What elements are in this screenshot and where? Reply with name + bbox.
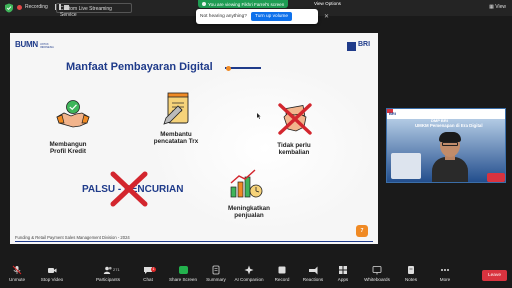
tile-kiosk-graphic bbox=[391, 153, 421, 179]
meeting-window: Recording Custom Live Streaming Service … bbox=[0, 0, 512, 288]
growth-chart-icon bbox=[230, 169, 263, 198]
whiteboard-icon bbox=[372, 266, 382, 275]
page-number-badge: 7 bbox=[356, 225, 368, 237]
live-stream-label: Custom Live Streaming Service bbox=[60, 5, 112, 18]
participants-label: Participants bbox=[95, 277, 120, 282]
share-indicator-icon bbox=[202, 2, 206, 6]
bumn-logo: BUMN bbox=[15, 40, 38, 49]
footer-divider bbox=[15, 241, 373, 242]
tile-red-graphic bbox=[487, 173, 505, 182]
recording-dot-icon bbox=[17, 4, 22, 10]
participants-button[interactable]: Participants bbox=[88, 265, 128, 282]
more-button[interactable]: More bbox=[425, 265, 465, 282]
view-button[interactable]: ▦ View bbox=[489, 4, 506, 10]
more-label: More bbox=[439, 277, 451, 282]
shield-icon[interactable] bbox=[4, 3, 14, 13]
shared-screen-slide: BUMN UNTUK INDONESIA BRI Manfaat Pembaya… bbox=[10, 33, 378, 244]
stop-video-button[interactable]: Stop Video bbox=[32, 265, 72, 282]
notes-label: Notes bbox=[404, 277, 417, 282]
video-icon bbox=[48, 268, 57, 273]
record-label: Record bbox=[274, 277, 290, 282]
label-line: Profil Kredit bbox=[49, 148, 87, 155]
mic-muted-icon bbox=[12, 265, 22, 275]
label-line: Tidak perlu bbox=[277, 142, 311, 149]
cash-hand-crossed-icon bbox=[278, 103, 312, 135]
label-line: Membantu bbox=[160, 131, 192, 138]
item-label-kembalian: Tidak perlu kembalian bbox=[266, 142, 322, 156]
turn-up-volume-button[interactable]: Turn up volume bbox=[250, 12, 293, 21]
participant-glasses bbox=[442, 142, 458, 146]
slide-title: Manfaat Pembayaran Digital bbox=[66, 61, 213, 73]
ai-companion-icon bbox=[244, 265, 254, 275]
apps-icon bbox=[339, 266, 347, 274]
label-line: pencatatan Trx bbox=[153, 138, 199, 145]
screen-share-text: You are viewing Fikhri Farrel's screen bbox=[208, 1, 285, 7]
handshake-icon bbox=[56, 100, 90, 128]
label-line: penjualan bbox=[234, 212, 264, 219]
bumn-logo-subtitle: UNTUK INDONESIA bbox=[40, 43, 54, 49]
label-line: Membangun bbox=[49, 141, 87, 148]
apps-label: Apps bbox=[337, 277, 349, 282]
screen-share-banner: You are viewing Fikhri Farrel's screen bbox=[198, 0, 289, 8]
title-accent-dot bbox=[226, 65, 231, 71]
chat-label: Chat bbox=[143, 277, 153, 282]
share-screen-icon bbox=[178, 265, 188, 275]
reactions-label: Reactions bbox=[302, 277, 324, 282]
close-icon[interactable]: ✕ bbox=[324, 13, 329, 20]
audio-toast: Not hearing anything? Turn up volume bbox=[196, 9, 318, 24]
item-label-penjualan: Meningkatkan penjualan bbox=[216, 205, 282, 219]
participants-icon bbox=[103, 266, 112, 274]
summary-label: Summary bbox=[206, 277, 226, 282]
recording-label: Recording bbox=[25, 4, 48, 10]
item-label-profil-kredit: Membangun Profil Kredit bbox=[38, 141, 98, 155]
reactions-icon bbox=[309, 266, 318, 275]
mouse-cursor-icon bbox=[257, 113, 261, 119]
label-line: kembalian bbox=[278, 149, 310, 156]
notes-icon bbox=[408, 266, 414, 274]
tile-bank-label: BRI bbox=[389, 111, 396, 116]
label-line: Meningkatkan bbox=[228, 205, 270, 212]
ai-companion-label: AI Companion bbox=[234, 277, 264, 282]
record-icon bbox=[278, 266, 286, 274]
unmute-label: Unmute bbox=[8, 277, 26, 282]
participant-video-tile[interactable]: BRI DMP BRI UMKM Pemenapan di Era Digita… bbox=[386, 108, 506, 183]
stop-video-label: Stop Video bbox=[40, 277, 64, 282]
whiteboards-label: Whiteboards bbox=[364, 277, 390, 282]
bri-logo: BRI bbox=[358, 41, 371, 48]
view-options-button[interactable]: View Options bbox=[314, 1, 341, 6]
slide-footer: Funding & Retail Payment Sales Managemen… bbox=[15, 235, 130, 240]
toast-message: Not hearing anything? bbox=[200, 14, 247, 19]
leave-button[interactable]: Leave bbox=[482, 270, 507, 281]
notepad-pencil-icon bbox=[163, 92, 189, 125]
live-stream-dropdown[interactable]: Custom Live Streaming Service bbox=[56, 3, 132, 18]
chat-unread-badge: 1 bbox=[151, 267, 156, 272]
bri-logo-icon bbox=[347, 42, 356, 51]
more-icon bbox=[441, 269, 449, 271]
item-label-pencatatan: Membantu pencatatan Trx bbox=[143, 131, 209, 145]
chat-button[interactable]: Chat bbox=[128, 265, 168, 282]
meeting-toolbar: Unmute Stop Video Participants 271 Chat bbox=[0, 263, 512, 288]
share-screen-label: Share Screen bbox=[168, 277, 198, 282]
view-label: View bbox=[495, 4, 506, 10]
red-cross-icon bbox=[110, 171, 148, 207]
participant-body bbox=[432, 157, 468, 182]
participants-count: 271 bbox=[113, 267, 120, 272]
participant-hair bbox=[439, 132, 461, 142]
tile-event-line2: UMKM Pemenapan di Era Digital bbox=[415, 123, 483, 128]
summary-icon bbox=[212, 265, 220, 275]
